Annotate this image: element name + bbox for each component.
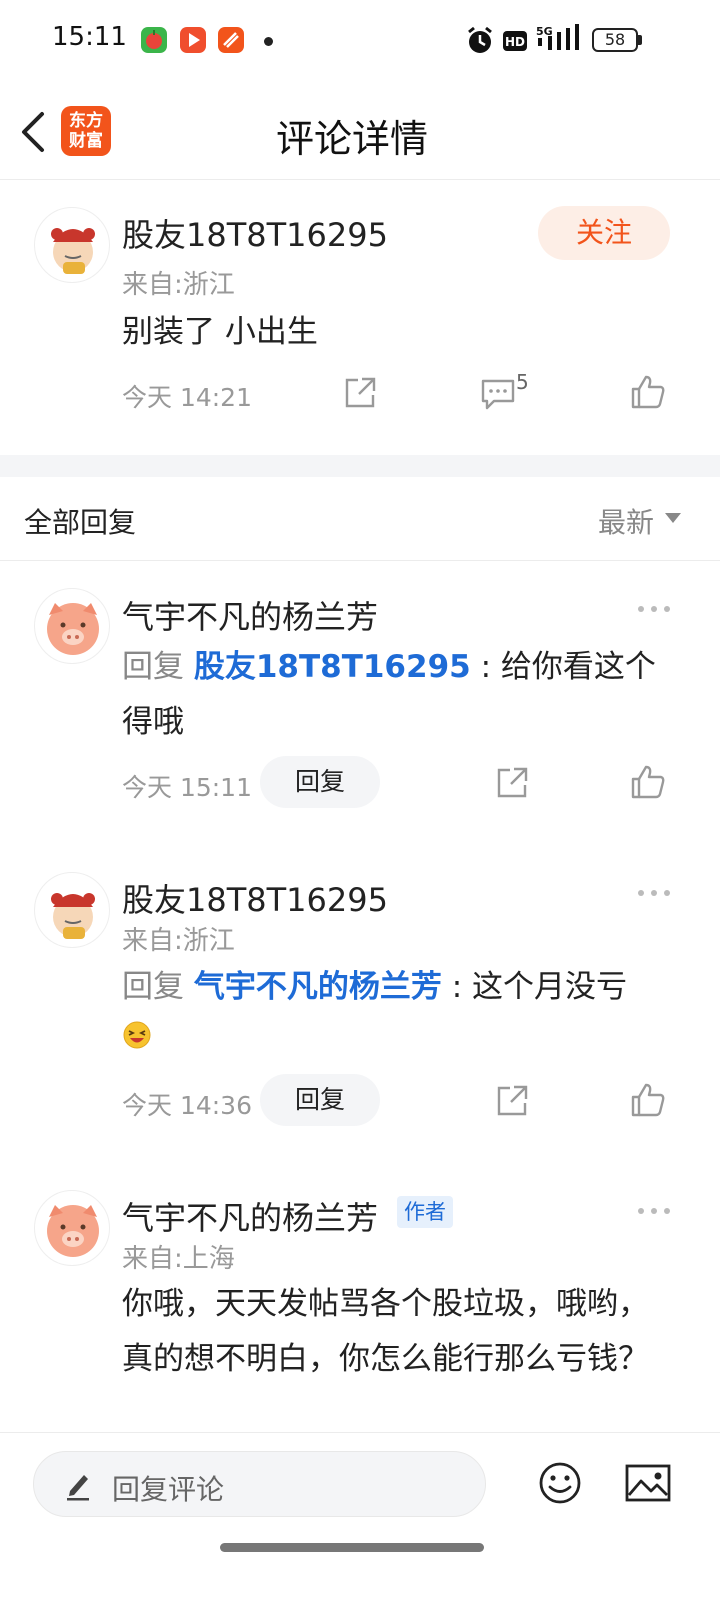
status-time: 15:11 bbox=[52, 22, 127, 52]
sort-dropdown[interactable]: 最新 bbox=[598, 501, 654, 541]
section-divider bbox=[0, 455, 720, 477]
reply-avatar[interactable] bbox=[34, 872, 110, 948]
brand-logo: 东方财富 bbox=[61, 106, 111, 156]
battery-indicator: 58 bbox=[592, 28, 638, 52]
video-app-icon bbox=[180, 27, 206, 53]
svg-text:HD: HD bbox=[505, 35, 525, 49]
reply-author[interactable]: 股友18T8T16295 bbox=[122, 875, 388, 921]
reply-input-placeholder: 回复评论 bbox=[112, 1473, 225, 1506]
alarm-icon bbox=[468, 26, 492, 53]
status-bar: 15:11 HD 5G 58 bbox=[0, 0, 720, 84]
reply-location: 来自:浙江 bbox=[122, 926, 235, 956]
notification-dot bbox=[264, 37, 273, 46]
reply-prefix: 回复 bbox=[122, 649, 184, 685]
main-comment-author[interactable]: 股友18T8T16295 bbox=[122, 210, 388, 256]
pencil-icon bbox=[67, 1475, 89, 1501]
main-comment-location: 来自:浙江 bbox=[122, 270, 235, 300]
brand-logo-text: 东方财富 bbox=[69, 111, 103, 151]
signal-icon: 5G bbox=[536, 24, 579, 50]
share-icon[interactable] bbox=[494, 765, 530, 801]
reply-content: 回复 气宇不凡的杨兰芳 : 这个月没亏 bbox=[122, 960, 682, 1015]
more-options-icon[interactable] bbox=[636, 888, 672, 898]
share-icon[interactable] bbox=[494, 1083, 530, 1119]
reply-button[interactable]: 回复 bbox=[260, 1074, 380, 1126]
reply-author[interactable]: 气宇不凡的杨兰芳 bbox=[122, 1193, 378, 1239]
main-comment-avatar[interactable] bbox=[34, 207, 110, 283]
like-icon[interactable] bbox=[630, 374, 666, 410]
comment-icon[interactable] bbox=[480, 377, 516, 411]
reply-prefix: 回复 bbox=[122, 969, 184, 1005]
reply-time: 今天 15:11 bbox=[122, 773, 252, 802]
reply-target-link[interactable]: 股友18T8T16295 bbox=[194, 649, 471, 685]
caret-down-icon[interactable] bbox=[665, 513, 681, 523]
reply-location: 来自:上海 bbox=[122, 1244, 235, 1274]
main-comment-time: 今天 14:21 bbox=[122, 383, 252, 412]
main-comment-content: 别装了 小出生 bbox=[122, 314, 318, 350]
like-icon[interactable] bbox=[630, 1082, 666, 1118]
battery-tip bbox=[638, 35, 642, 45]
more-options-icon[interactable] bbox=[636, 604, 672, 614]
author-badge: 作者 bbox=[397, 1196, 453, 1228]
app-notification-icon bbox=[141, 27, 167, 53]
like-icon[interactable] bbox=[630, 764, 666, 800]
reply-comment-input[interactable]: 回复评论 bbox=[33, 1451, 486, 1517]
reply-time: 今天 14:36 bbox=[122, 1091, 252, 1120]
reply-avatar[interactable] bbox=[34, 1190, 110, 1266]
share-icon[interactable] bbox=[342, 375, 378, 411]
all-replies-title: 全部回复 bbox=[24, 506, 137, 539]
reply-text: : 这个月没亏 bbox=[451, 969, 628, 1005]
reply-content: 回复 股友18T8T16295 : 给你看这个得哦 bbox=[122, 640, 662, 750]
reply-avatar[interactable] bbox=[34, 588, 110, 664]
follow-button[interactable]: 关注 bbox=[538, 206, 670, 260]
bottom-bar: 回复评论 bbox=[0, 1432, 720, 1604]
reply-content: 你哦，天天发帖骂各个股垃圾，哦哟，真的想不明白，你怎么能行那么亏钱？ bbox=[122, 1286, 649, 1377]
image-icon[interactable] bbox=[625, 1463, 671, 1503]
home-indicator[interactable] bbox=[220, 1543, 484, 1552]
emoji-icon[interactable] bbox=[538, 1461, 582, 1505]
reply-target-link[interactable]: 气宇不凡的杨兰芳 bbox=[194, 969, 442, 1005]
laughing-emoji-icon bbox=[123, 1021, 151, 1049]
comment-count: 5 bbox=[516, 370, 529, 394]
more-options-icon[interactable] bbox=[636, 1206, 672, 1216]
reply-button[interactable]: 回复 bbox=[260, 756, 380, 808]
hd-icon: HD bbox=[503, 31, 527, 51]
feed-app-icon bbox=[218, 27, 244, 53]
replies-header: 全部回复 最新 bbox=[0, 477, 720, 561]
reply-author[interactable]: 气宇不凡的杨兰芳 bbox=[122, 592, 378, 638]
